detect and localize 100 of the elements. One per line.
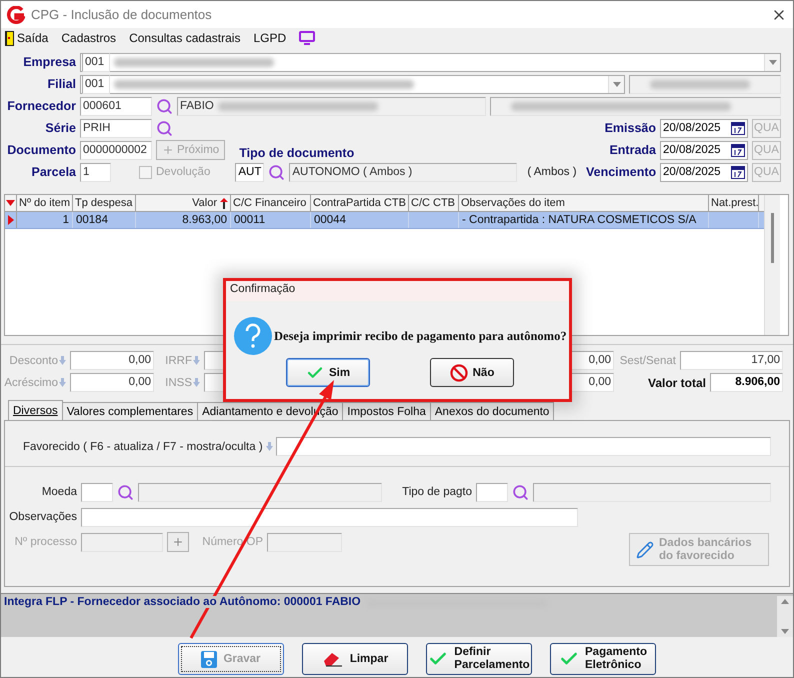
field-label: Número OP — [201, 536, 263, 548]
scroll-up-icon[interactable] — [781, 599, 789, 604]
date-field[interactable]: 20/08/2025 — [660, 140, 748, 160]
column-header[interactable]: ContraPartida CTB — [311, 195, 409, 211]
tab[interactable]: Impostos Folha — [342, 402, 431, 420]
total-label: Acréscimo — [1, 376, 66, 388]
menu-item[interactable]: Saída — [17, 31, 48, 45]
field-label: Documento — [6, 143, 76, 157]
field-value: FABIO — [180, 98, 214, 114]
monitor-icon[interactable] — [299, 31, 316, 45]
question-icon — [234, 317, 272, 355]
installment-field[interactable]: 1 — [80, 162, 111, 182]
column-header[interactable]: C/C Financeiro — [231, 195, 311, 211]
total-label: INSS — [158, 376, 200, 388]
field-label: Empresa — [22, 55, 76, 69]
no-entry-icon — [450, 364, 468, 382]
code-field[interactable]: AUT — [235, 162, 264, 182]
readonly-field: AUTONOMO ( Ambos ) — [289, 162, 518, 182]
search-icon[interactable] — [156, 120, 173, 136]
tab[interactable]: Anexos do documento — [430, 402, 554, 420]
date-value: 20/08/2025 — [663, 144, 721, 156]
code-field[interactable] — [81, 482, 113, 502]
code-field[interactable]: 0000000002 — [80, 140, 152, 160]
code-field[interactable]: PRIH — [80, 118, 152, 138]
company-combo[interactable]: 001 — [80, 52, 781, 72]
code-field[interactable]: 001 — [82, 52, 110, 72]
section-label: Tipo de documento — [239, 146, 356, 160]
table-cell: 00044 — [311, 212, 409, 228]
scrollbar[interactable] — [764, 195, 780, 335]
table-cell: 00184 — [73, 212, 136, 228]
amount-field[interactable]: 8.906,00 — [710, 373, 783, 392]
op-number-field[interactable] — [267, 532, 342, 552]
column-header[interactable]: Nº do item — [17, 195, 73, 211]
scroll-down-icon[interactable] — [781, 629, 789, 634]
plus-icon — [162, 144, 174, 156]
menu-item[interactable]: Cadastros — [61, 31, 116, 45]
process-field[interactable] — [81, 532, 163, 552]
door-icon[interactable] — [5, 30, 14, 46]
amount-field[interactable]: 0,00 — [70, 351, 154, 370]
field-label: Observações — [8, 511, 77, 523]
sort-icon — [220, 198, 228, 208]
calendar-icon[interactable] — [731, 166, 745, 178]
weekday-field: QUA — [752, 140, 781, 160]
table-cell: 1 — [17, 212, 73, 228]
search-icon[interactable] — [512, 484, 529, 500]
tab[interactable]: Valores complementares — [62, 402, 198, 420]
column-header[interactable]: C/C CTB — [409, 195, 459, 211]
branch-combo[interactable]: 001 — [80, 74, 625, 94]
search-icon[interactable] — [156, 98, 173, 114]
date-value: 20/08/2025 — [663, 166, 721, 178]
amount-field[interactable]: 17,00 — [680, 351, 783, 370]
column-header[interactable]: Nat.prest. — [709, 195, 759, 211]
calendar-icon[interactable] — [731, 144, 745, 156]
field-label: Emissão — [604, 121, 656, 135]
amount-field[interactable]: 0,00 — [70, 373, 154, 392]
row-pointer-icon — [8, 215, 14, 225]
dialog-button[interactable]: Não — [430, 358, 514, 387]
dialog-title: Confirmação — [226, 281, 569, 301]
total-label: Sest/Senat — [618, 354, 676, 366]
code-field[interactable]: 001 — [82, 74, 110, 94]
tab[interactable]: Diversos — [8, 400, 63, 420]
notes-field[interactable] — [81, 508, 578, 526]
column-header[interactable]: Tp despesa — [73, 195, 136, 211]
action-button[interactable]: Pagamento Eletrônico — [550, 643, 656, 675]
checkbox-label: Devolução — [156, 166, 210, 178]
total-label: IRRF — [158, 354, 200, 366]
date-field[interactable]: 20/08/2025 — [660, 162, 748, 182]
menu-item[interactable]: LGPD — [253, 31, 286, 45]
table-row[interactable]: 1 00184 8.963,00 00011 00044 - Contrapartida : NATURA COSMETICOS S/A — [5, 212, 764, 229]
code-field[interactable] — [476, 482, 508, 502]
down-arrow-icon — [59, 378, 66, 387]
code-field[interactable]: 000601 — [80, 96, 152, 116]
dialog-button[interactable]: Sim — [286, 358, 370, 387]
add-button[interactable] — [167, 532, 189, 552]
field-label: Série — [44, 121, 76, 135]
calendar-icon[interactable] — [731, 122, 745, 134]
search-icon[interactable] — [117, 484, 134, 500]
search-icon[interactable] — [268, 164, 286, 180]
caret-icon — [768, 60, 776, 64]
weekday-field: QUA — [752, 118, 781, 138]
menu-item[interactable]: Consultas cadastrais — [129, 31, 240, 45]
app-logo-icon — [7, 6, 25, 24]
field-label: Fornecedor — [6, 99, 76, 113]
column-header[interactable]: Observações do item — [459, 195, 709, 211]
table-cell: 00011 — [231, 212, 311, 228]
dropdown-button[interactable] — [608, 76, 624, 92]
date-field[interactable]: 20/08/2025 — [660, 118, 748, 138]
action-button[interactable]: Definir Parcelamento — [426, 643, 532, 675]
window-title: CPG - Inclusão de documentos — [31, 7, 213, 22]
table-cell: 8.963,00 — [136, 212, 231, 228]
action-button[interactable]: Limpar — [302, 643, 408, 675]
date-value: 20/08/2025 — [663, 122, 721, 134]
column-header[interactable]: Valor — [136, 195, 231, 211]
plus-icon — [172, 536, 184, 548]
down-arrow-icon — [193, 378, 200, 387]
scrollbar[interactable] — [777, 596, 793, 637]
dropdown-button[interactable] — [764, 54, 780, 70]
dropdown-arrow-icon[interactable] — [6, 200, 15, 206]
payee-field[interactable] — [276, 437, 771, 456]
field-label: Filial — [46, 77, 76, 91]
